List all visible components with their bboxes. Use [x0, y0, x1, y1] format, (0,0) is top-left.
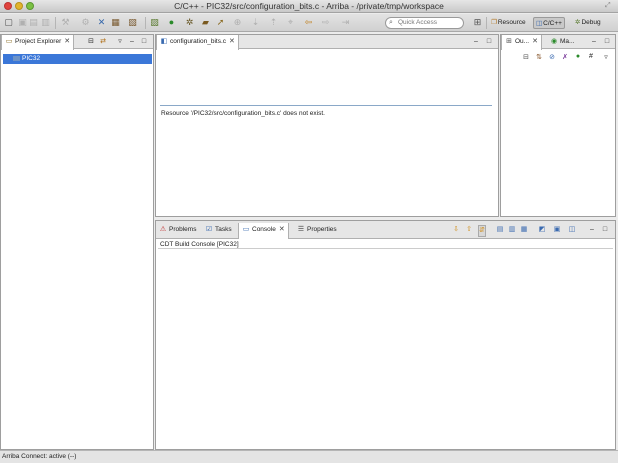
forward-icon[interactable]: ⇨: [320, 17, 331, 28]
quick-access-field[interactable]: ⌕ Quick Access: [385, 17, 464, 29]
resource-perspective-icon: ❐: [491, 19, 497, 26]
pin-icon[interactable]: ⇥: [340, 17, 351, 28]
tab-properties[interactable]: ☰ Properties: [294, 223, 340, 237]
minimize-icon[interactable]: –: [588, 225, 596, 235]
make-target-icon: ◉: [550, 38, 558, 45]
open-folder-icon[interactable]: ▰: [200, 17, 211, 28]
copy-icon[interactable]: ▥: [508, 225, 516, 235]
status-bar: Arriba Connect: active (--): [0, 450, 618, 463]
group-includes-icon[interactable]: #: [586, 53, 596, 60]
project-explorer-tabbar: ▭ Project Explorer ✕ ⊟ ⇄ ▿ – □: [1, 35, 153, 50]
collapse-all-icon[interactable]: ⊟: [87, 37, 95, 47]
search-icon[interactable]: ⊕: [232, 17, 243, 28]
maximize-icon[interactable]: □: [603, 37, 611, 47]
build-config-icon[interactable]: ⚙: [80, 17, 91, 28]
outline-panel: ⊞ Ou... ✕ ◉ Ma... – □ ⊟ ⇅ ⊘ ✗ ● # ▿: [500, 34, 616, 217]
open-console-icon[interactable]: ◩: [538, 225, 546, 235]
external-tools-icon[interactable]: ➚: [215, 17, 226, 28]
display-console-icon[interactable]: ▣: [553, 225, 561, 235]
tab-make-target[interactable]: ◉ Ma...: [547, 35, 577, 49]
toolbar-separator: [55, 17, 56, 29]
pin-console-icon[interactable]: ▦: [520, 225, 528, 235]
sort-icon[interactable]: ⇅: [534, 53, 544, 61]
previous-icon[interactable]: ⇧: [465, 225, 473, 235]
console-title: CDT Build Console [PIC32]: [158, 240, 613, 249]
collapse-icon[interactable]: ⊟: [521, 53, 531, 61]
outline-tabbar: ⊞ Ou... ✕ ◉ Ma... – □: [501, 35, 615, 50]
next-annotation-icon[interactable]: ⇣: [250, 17, 261, 28]
console-panel: ⚠ Problems ☑ Tasks ▭ Console ✕ ☰ Properties ⇩…: [155, 220, 616, 450]
minimize-icon[interactable]: –: [472, 37, 480, 47]
close-icon[interactable]: ✕: [64, 38, 70, 45]
new-file-icon[interactable]: ▧: [127, 17, 138, 28]
maximize-icon[interactable]: □: [140, 37, 148, 47]
project-folder-icon: [13, 55, 20, 61]
prev-annotation-icon[interactable]: ⇡: [268, 17, 279, 28]
open-perspective-icon[interactable]: ⊞: [472, 17, 483, 28]
project-explorer-panel: ▭ Project Explorer ✕ ⊟ ⇄ ▿ – □ PIC32: [0, 34, 154, 450]
run-icon[interactable]: ●: [166, 17, 177, 28]
tab-tasks[interactable]: ☑ Tasks: [202, 223, 235, 237]
cpp-perspective-icon: ◫: [536, 20, 543, 27]
scroll-lock-icon[interactable]: ⇵: [478, 225, 486, 237]
hammer-icon[interactable]: ✕: [96, 17, 107, 28]
debug-perspective-icon: ✲: [575, 19, 581, 26]
close-icon[interactable]: ✕: [279, 226, 285, 233]
tab-outline[interactable]: ⊞ Ou... ✕: [501, 35, 542, 50]
clear-console-icon[interactable]: ▤: [496, 225, 504, 235]
main-toolbar: ▢ ▣ ▤ ▥ ⚒ ⚙ ✕ ▦ ▧ ▨ ● ✲ ▰ ➚ ⊕ ⇣ ⇡ ⌖ ⇦ ⇨ …: [0, 14, 618, 32]
back-icon[interactable]: ⇦: [303, 17, 314, 28]
window-title: C/C++ - PIC32/src/configuration_bits.c -…: [174, 1, 444, 11]
outline-icon: ⊞: [506, 38, 512, 45]
bottom-tabbar: ⚠ Problems ☑ Tasks ▭ Console ✕ ☰ Properties ⇩…: [156, 221, 615, 239]
problems-icon: ⚠: [159, 226, 167, 233]
new-project-icon[interactable]: ▦: [110, 17, 121, 28]
quick-access-placeholder: Quick Access: [398, 19, 438, 26]
close-icon[interactable]: ✕: [229, 38, 235, 45]
fullscreen-icon[interactable]: ⤢: [605, 2, 613, 10]
view-menu-icon[interactable]: ▿: [601, 53, 611, 61]
c-file-icon: ◧: [160, 38, 168, 45]
new-console-icon[interactable]: ◫: [568, 225, 576, 235]
view-menu-icon[interactable]: ▿: [116, 37, 124, 47]
minimize-icon[interactable]: –: [590, 37, 598, 47]
print-icon[interactable]: ▥: [40, 17, 51, 28]
toolbar-separator: [145, 17, 146, 29]
link-editor-icon[interactable]: ⇄: [99, 37, 107, 47]
folder-tab-icon: ▭: [5, 38, 13, 45]
editor-divider: [160, 105, 492, 106]
editor-error-message: Resource '/PIC32/src/configuration_bits.…: [161, 110, 325, 117]
tab-console[interactable]: ▭ Console ✕: [238, 223, 289, 239]
properties-icon: ☰: [297, 226, 305, 233]
maximize-icon[interactable]: □: [485, 37, 493, 47]
hide-fields-icon[interactable]: ⊘: [547, 53, 557, 61]
console-icon: ▭: [242, 226, 250, 233]
search-icon: ⌕: [389, 19, 393, 26]
hide-static-icon[interactable]: ✗: [560, 53, 570, 61]
perspective-cpp[interactable]: ◫C/C++: [533, 17, 565, 29]
new-class-icon[interactable]: ▨: [149, 17, 160, 28]
new-icon[interactable]: ▢: [3, 17, 14, 28]
toolbar-separator: [486, 17, 487, 29]
editor-panel: ◧ configuration_bits.c ✕ – □ Resource '/PI…: [155, 34, 499, 217]
tasks-icon: ☑: [205, 226, 213, 233]
tab-configuration-bits[interactable]: ◧ configuration_bits.c ✕: [156, 35, 239, 50]
tab-project-explorer[interactable]: ▭ Project Explorer ✕: [1, 35, 75, 50]
tab-problems[interactable]: ⚠ Problems: [156, 223, 199, 237]
window-title-bar: C/C++ - PIC32/src/configuration_bits.c -…: [0, 0, 618, 13]
close-icon[interactable]: ✕: [532, 38, 538, 45]
build-icon[interactable]: ⚒: [60, 17, 71, 28]
save-icon[interactable]: ▣: [17, 17, 28, 28]
editor-tabbar: ◧ configuration_bits.c ✕ – □: [156, 35, 498, 50]
next-icon[interactable]: ⇩: [452, 225, 460, 235]
save-all-icon[interactable]: ▤: [28, 17, 39, 28]
perspective-debug[interactable]: ✲Debug: [573, 17, 603, 29]
perspective-resource[interactable]: ❐Resource: [489, 17, 528, 29]
maximize-icon[interactable]: □: [601, 225, 609, 235]
minimize-icon[interactable]: –: [128, 37, 136, 47]
last-edit-icon[interactable]: ⌖: [285, 17, 296, 28]
tree-item-pic32[interactable]: PIC32: [3, 54, 152, 64]
debug-icon[interactable]: ✲: [184, 17, 195, 28]
hide-nonpublic-icon[interactable]: ●: [573, 53, 583, 60]
